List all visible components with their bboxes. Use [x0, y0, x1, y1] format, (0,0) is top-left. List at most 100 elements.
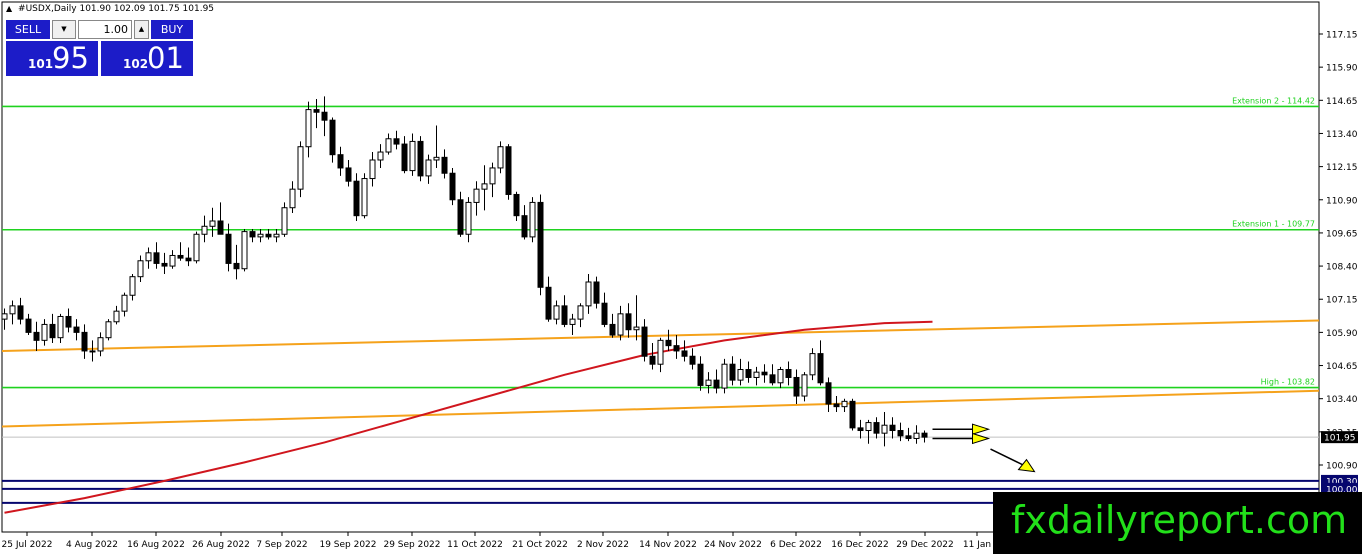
- bearish-candle: [73, 326, 80, 333]
- bullish-candle: [105, 321, 112, 339]
- bullish-candle: [737, 369, 744, 381]
- level-label: Extension 2 - 114.42: [1232, 96, 1315, 105]
- bullish-candle: [273, 233, 280, 238]
- bearish-candle: [769, 374, 776, 384]
- bid-prefix: 101: [28, 57, 54, 71]
- bearish-candle: [17, 305, 24, 320]
- y-tick-label: 100.90: [1326, 462, 1358, 472]
- bullish-candle: [481, 183, 488, 190]
- yellow-arrow-icon: [972, 423, 991, 435]
- bearish-candle: [225, 233, 232, 264]
- bullish-candle: [657, 339, 664, 365]
- x-tick-label: 11 Oct 2022: [447, 540, 503, 550]
- bullish-candle: [753, 371, 760, 378]
- bid-quote[interactable]: 101 95: [6, 41, 98, 76]
- bullish-candle: [721, 363, 728, 389]
- bearish-candle: [713, 379, 720, 389]
- y-tick-label: 105.90: [1326, 329, 1358, 339]
- bearish-candle: [401, 143, 408, 172]
- x-tick-label: 29 Sep 2022: [383, 540, 440, 550]
- volume-down-icon[interactable]: ▼: [52, 20, 76, 39]
- bearish-candle: [393, 138, 400, 145]
- bearish-candle: [513, 193, 520, 217]
- bearish-candle: [345, 167, 352, 182]
- orange-trendline: [1, 389, 1320, 428]
- bullish-candle: [529, 201, 536, 238]
- bearish-candle: [921, 432, 928, 438]
- one-click-trading-panel: SELL ▼ 1.00 ▲ BUY 101 95 102 01: [6, 20, 193, 76]
- bearish-candle: [681, 350, 688, 357]
- y-tick-label: 117.15: [1326, 31, 1358, 41]
- price-chart[interactable]: Extension 2 - 114.42 Extension 1 - 109.77…: [0, 0, 1362, 554]
- bearish-candle: [353, 180, 360, 217]
- bearish-candle: [505, 146, 512, 195]
- volume-input[interactable]: 1.00: [78, 20, 132, 39]
- bullish-candle: [497, 146, 504, 169]
- bearish-candle: [417, 140, 424, 177]
- bearish-candle: [81, 331, 88, 352]
- bullish-candle: [361, 178, 368, 217]
- ohlc-readout: 101.90 102.09 101.75 101.95: [79, 4, 215, 14]
- bullish-candle: [585, 281, 592, 307]
- sell-button[interactable]: SELL: [6, 20, 50, 39]
- level-label: High - 103.82: [1261, 378, 1315, 387]
- bearish-candle: [857, 427, 864, 432]
- x-tick-label: 6 Dec 2022: [770, 540, 822, 550]
- bullish-candle: [409, 140, 416, 172]
- bullish-candle: [489, 167, 496, 185]
- bearish-candle: [873, 422, 880, 434]
- y-tick-label: 103.40: [1326, 395, 1358, 405]
- y-tick-label: 114.65: [1326, 97, 1358, 107]
- x-tick-label: 24 Nov 2022: [704, 540, 762, 550]
- bullish-candle: [129, 276, 136, 296]
- bullish-candle: [121, 294, 128, 312]
- bullish-candle: [281, 207, 288, 235]
- bearish-candle: [601, 302, 608, 325]
- plot-frame: [1, 1, 1320, 533]
- bullish-candle: [1, 313, 8, 320]
- bearish-candle: [609, 323, 616, 336]
- bearish-candle: [689, 355, 696, 365]
- bearish-candle: [153, 252, 160, 264]
- x-tick-label: 25 Jul 2022: [2, 540, 53, 550]
- chart-title-triangle-icon: ▲: [6, 4, 13, 13]
- ask-pips: 01: [147, 41, 184, 75]
- buy-button[interactable]: BUY: [151, 20, 193, 39]
- bearish-candle: [729, 363, 736, 381]
- bullish-candle: [137, 260, 144, 278]
- bearish-candle: [833, 403, 840, 408]
- bearish-candle: [649, 355, 656, 365]
- bearish-candle: [897, 430, 904, 437]
- x-tick-label: 11 Jan: [963, 540, 991, 550]
- bearish-candle: [249, 231, 256, 238]
- bearish-candle: [313, 109, 320, 113]
- bearish-candle: [33, 331, 40, 341]
- bearish-candle: [25, 318, 32, 333]
- ask-prefix: 102: [123, 57, 149, 71]
- bullish-candle: [145, 252, 152, 262]
- yellow-arrow-icon: [972, 432, 991, 445]
- bullish-candle: [577, 305, 584, 320]
- current-price-label: 101.95: [1324, 434, 1356, 444]
- bearish-candle: [337, 154, 344, 169]
- x-tick-label: 21 Oct 2022: [512, 540, 568, 550]
- bearish-candle: [185, 257, 192, 262]
- bullish-candle: [841, 400, 848, 408]
- bullish-candle: [465, 201, 472, 235]
- bullish-candle: [241, 231, 248, 270]
- ask-quote[interactable]: 102 01: [101, 41, 193, 76]
- bullish-candle: [209, 220, 216, 227]
- bearish-candle: [785, 369, 792, 378]
- y-tick-label: 110.90: [1326, 196, 1358, 206]
- y-tick-label: 115.90: [1326, 64, 1358, 74]
- bullish-candle: [617, 313, 624, 336]
- y-tick-label: 109.65: [1326, 229, 1358, 239]
- chart-title: ▲ #USDX,Daily 101.90 102.09 101.75 101.9…: [6, 4, 214, 14]
- bullish-candle: [89, 350, 96, 353]
- bullish-candle: [473, 188, 480, 203]
- volume-up-icon[interactable]: ▲: [134, 20, 149, 39]
- bullish-candle: [257, 233, 264, 238]
- bullish-candle: [553, 305, 560, 320]
- bearish-candle: [625, 313, 632, 331]
- level-label: Extension 1 - 109.77: [1232, 220, 1315, 229]
